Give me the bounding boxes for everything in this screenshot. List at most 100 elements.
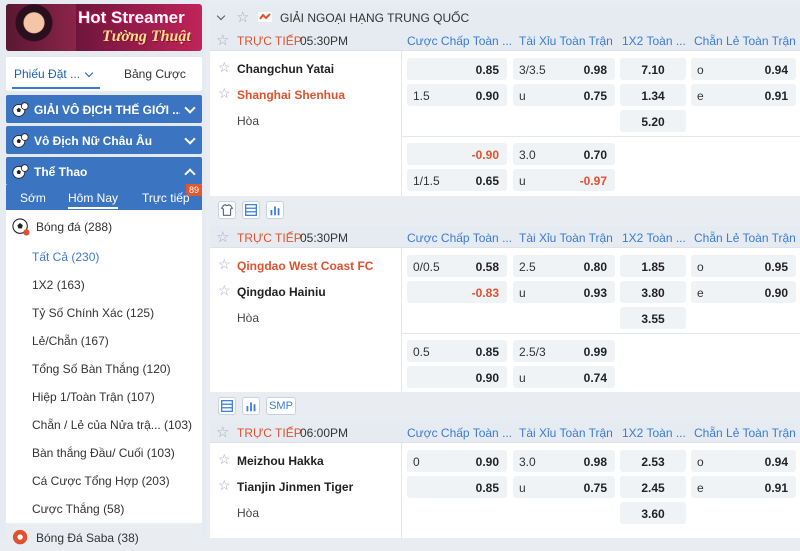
away-team-name: Tianjin Jinmen Tiger: [237, 480, 354, 494]
under-cell[interactable]: u 0.75: [513, 84, 615, 106]
home-team: ☆ Changchun Yatai: [210, 55, 400, 81]
handicap-away-cell[interactable]: -0.83: [407, 281, 507, 303]
over-cell[interactable]: 3/3.5 0.98: [513, 58, 615, 80]
under2-cell-line: u: [519, 371, 526, 385]
home-team-name: Meizhou Hakka: [237, 454, 324, 468]
even-cell[interactable]: e 0.90: [691, 281, 796, 303]
handicap-home-cell-odds: 0.90: [475, 455, 499, 469]
under2-cell[interactable]: u 0.74: [513, 366, 615, 388]
section-sports[interactable]: Thể Thao: [6, 157, 202, 185]
draw-label: Hòa: [237, 506, 260, 520]
odd-cell-line: o: [697, 260, 704, 274]
collapse-chevron-icon[interactable]: [216, 11, 226, 21]
1x2-draw-cell[interactable]: 3.60: [620, 502, 686, 524]
odd-cell[interactable]: o 0.95: [691, 255, 796, 277]
under-cell[interactable]: u 0.93: [513, 281, 615, 303]
column-divider: [401, 248, 402, 392]
market-label: Tất Cả: [32, 250, 69, 264]
flag-china-icon: [258, 12, 272, 22]
jersey-icon[interactable]: [218, 201, 236, 219]
handicap2-away-cell[interactable]: 1/1.5 0.65: [407, 169, 507, 191]
over2-cell[interactable]: 3.0 0.70: [513, 143, 615, 165]
sport-soccer[interactable]: Bóng đá (288): [6, 212, 202, 240]
1x2-away-cell[interactable]: 2.45: [620, 476, 686, 498]
sport-saba-label: Bóng Đá Saba: [36, 531, 115, 545]
1x2-away-cell[interactable]: 3.80: [620, 281, 686, 303]
1x2-draw-cell[interactable]: 3.55: [620, 307, 686, 329]
tab-today[interactable]: Hôm Nay: [68, 191, 119, 209]
odd-cell[interactable]: o 0.94: [691, 450, 796, 472]
market-label: Tỷ Số Chính Xác: [32, 306, 123, 320]
market-first-last-goal[interactable]: Bàn thắng Đầu/ Cuối (103): [6, 438, 202, 466]
market-correct-score[interactable]: Tỷ Số Chính Xác (125): [6, 298, 202, 326]
even-cell[interactable]: e 0.91: [691, 476, 796, 498]
sport-saba-soccer[interactable]: Bóng Đá Saba (38): [6, 523, 202, 551]
handicap-home-cell[interactable]: 0.85: [407, 58, 507, 80]
tab-bet-list[interactable]: Bảng Cược: [124, 67, 186, 81]
market-odd-even[interactable]: Lẻ/Chẵn (167): [6, 326, 202, 354]
star-icon[interactable]: ☆: [218, 256, 231, 273]
1x2-draw-cell[interactable]: 5.20: [620, 110, 686, 132]
col-header-over-under: Tài Xỉu Toàn Trận: [519, 426, 613, 440]
even-cell-odds: 0.91: [764, 481, 788, 495]
star-icon[interactable]: ☆: [218, 59, 231, 76]
over-cell[interactable]: 3.0 0.98: [513, 450, 615, 472]
market-ht-ft[interactable]: Hiệp 1/Toàn Trận (107): [6, 382, 202, 410]
smp-button[interactable]: SMP: [266, 397, 296, 415]
over2-cell-odds: 0.70: [583, 148, 607, 162]
bar-chart-icon[interactable]: [266, 201, 284, 219]
market-half-odd-even[interactable]: Chẵn / Lẻ của Nửa trậ... (103): [6, 410, 202, 438]
handicap-home-cell[interactable]: 0/0.5 0.58: [407, 255, 507, 277]
star-icon[interactable]: ☆: [216, 228, 229, 246]
bar-chart-icon[interactable]: [242, 397, 260, 415]
star-icon[interactable]: ☆: [236, 8, 249, 26]
stats-table-icon[interactable]: [218, 397, 236, 415]
section-world-cup[interactable]: GIẢI VÔ ĐỊCH THẾ GIỚI ...: [6, 95, 202, 123]
hot-streamer-banner[interactable]: Hot Streamer Tường Thuật: [6, 4, 202, 51]
handicap-home-cell[interactable]: 0 0.90: [407, 450, 507, 472]
stats-table-icon[interactable]: [242, 201, 260, 219]
handicap2-away-cell[interactable]: 0.90: [407, 366, 507, 388]
handicap-away-cell[interactable]: 0.85: [407, 476, 507, 498]
1x2-home-cell[interactable]: 7.10: [620, 58, 686, 80]
handicap-away-cell[interactable]: 1.5 0.90: [407, 84, 507, 106]
over2-cell-odds: 0.99: [583, 345, 607, 359]
odd-cell-line: o: [697, 455, 704, 469]
1x2-home-cell[interactable]: 2.53: [620, 450, 686, 472]
col-header-odd-even: Chẵn Lẻ Toàn Trận: [694, 426, 796, 440]
over-cell[interactable]: 2.5 0.80: [513, 255, 615, 277]
star-icon[interactable]: ☆: [216, 423, 229, 441]
chevron-down-icon: [184, 102, 196, 114]
market-all[interactable]: Tất Cả (230): [6, 242, 202, 270]
tab-bet-slip[interactable]: Phiếu Đặt ...: [14, 67, 94, 81]
banner-title: Hot Streamer: [78, 8, 185, 27]
market-1x2[interactable]: 1X2 (163): [6, 270, 202, 298]
market-outright[interactable]: Cược Thắng (58): [6, 494, 202, 522]
over2-cell[interactable]: 2.5/3 0.99: [513, 340, 615, 362]
1x2-home-cell[interactable]: 1.85: [620, 255, 686, 277]
market-mix-parlay[interactable]: Cá Cược Tổng Hợp (203): [6, 466, 202, 494]
bet-slip-tabs: Phiếu Đặt ... Bảng Cược: [6, 57, 202, 91]
star-icon[interactable]: ☆: [216, 31, 229, 49]
handicap2-home-cell[interactable]: -0.90: [407, 143, 507, 165]
1x2-draw-cell-odds: 5.20: [641, 115, 665, 129]
star-icon[interactable]: ☆: [218, 282, 231, 299]
tab-early[interactable]: Sớm: [20, 191, 46, 205]
under-cell-odds: 0.93: [583, 286, 607, 300]
1x2-away-cell[interactable]: 1.34: [620, 84, 686, 106]
draw-row: Hòa: [210, 499, 400, 525]
star-icon[interactable]: ☆: [218, 451, 231, 468]
even-cell[interactable]: e 0.91: [691, 84, 796, 106]
market-total-goals[interactable]: Tổng Số Bàn Thắng (120): [6, 354, 202, 382]
league-header[interactable]: ☆ GIẢI NGOẠI HẠNG TRUNG QUỐC: [210, 5, 800, 28]
handicap2-home-cell[interactable]: 0.5 0.85: [407, 340, 507, 362]
star-icon[interactable]: ☆: [218, 85, 231, 102]
odd-cell[interactable]: o 0.94: [691, 58, 796, 80]
star-icon[interactable]: ☆: [218, 477, 231, 494]
under-cell[interactable]: u 0.75: [513, 476, 615, 498]
under2-cell[interactable]: u -0.97: [513, 169, 615, 191]
tab-live[interactable]: Trực tiếp: [142, 191, 190, 205]
col-header-handicap: Cược Chấp Toàn ...: [407, 231, 513, 245]
section-women-euro[interactable]: Vô Địch Nữ Châu Âu: [6, 126, 202, 154]
handicap-home-cell-line: 0/0.5: [413, 260, 440, 274]
